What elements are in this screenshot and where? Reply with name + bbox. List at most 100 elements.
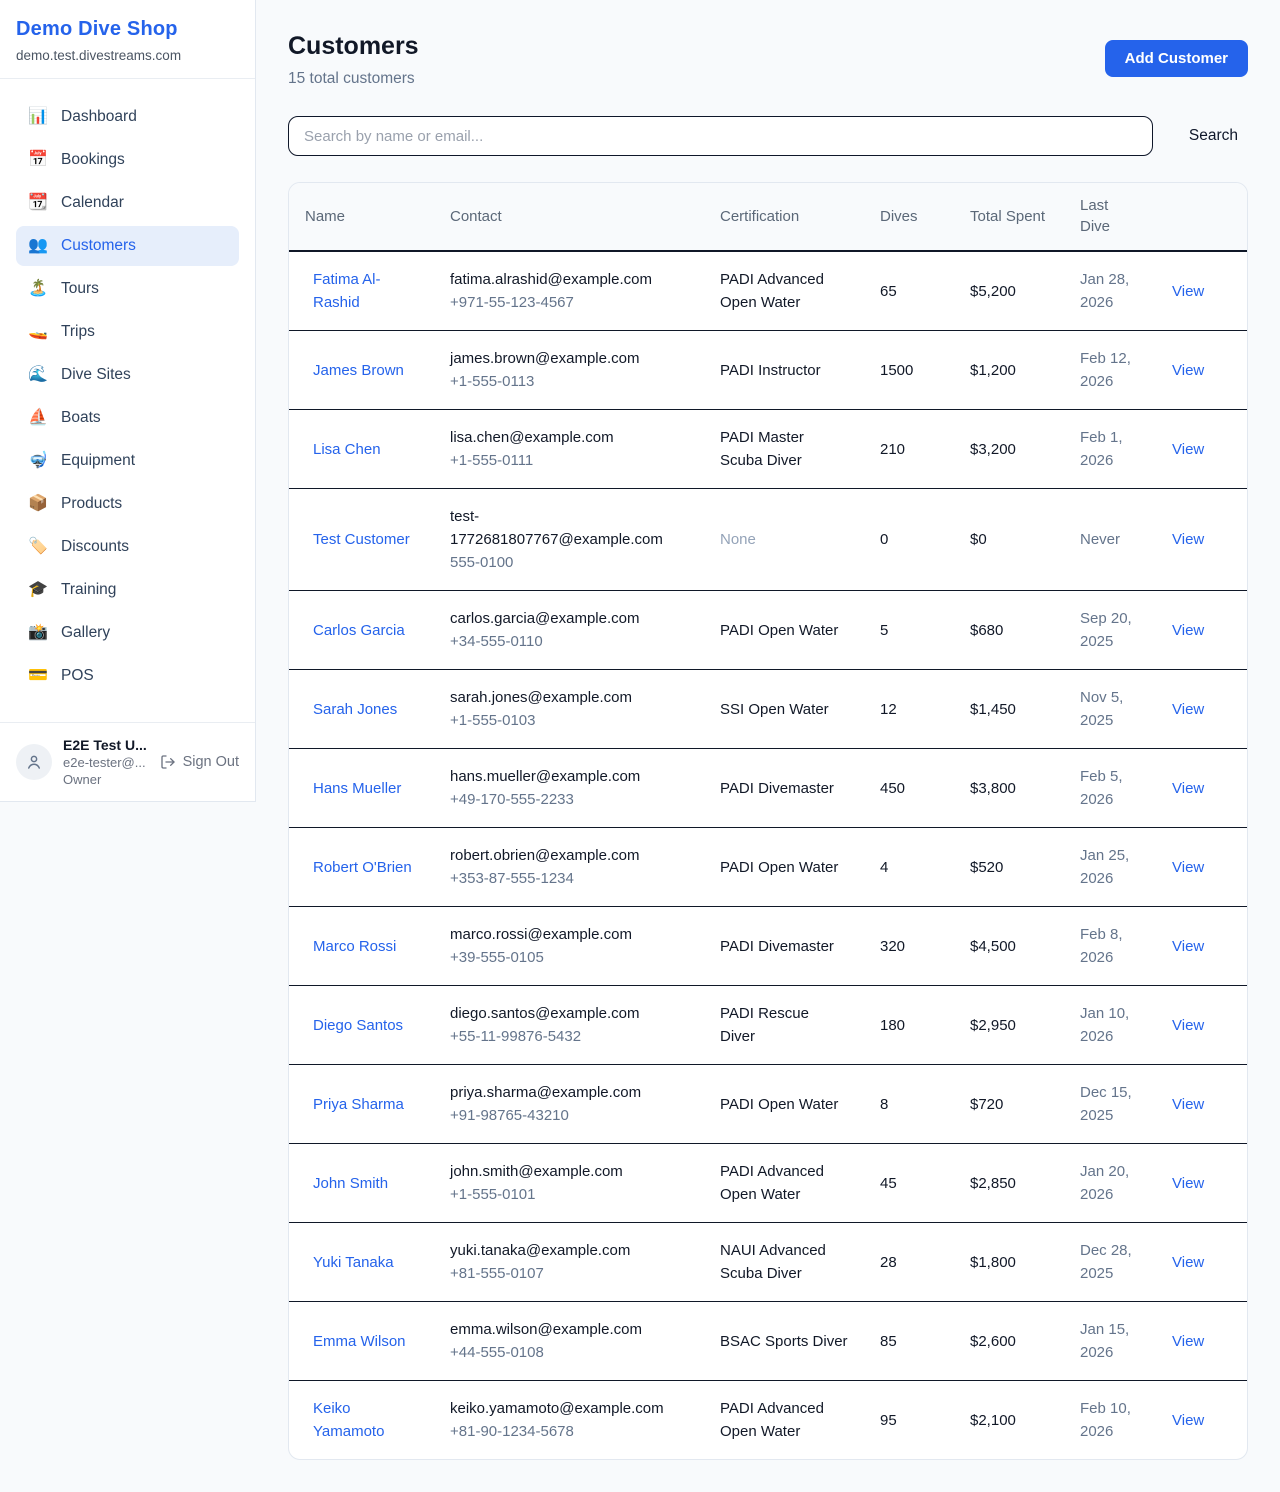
discounts-icon: 🏷️ bbox=[28, 536, 48, 558]
user-email: e2e-tester@... bbox=[63, 755, 149, 770]
table-row: Hans Mueller hans.mueller@example.com +4… bbox=[289, 749, 1248, 828]
sidebar-item-label: Calendar bbox=[61, 192, 124, 214]
table-row: Priya Sharma priya.sharma@example.com +9… bbox=[289, 1065, 1248, 1144]
equipment-icon: 🤿 bbox=[28, 450, 48, 472]
avatar bbox=[16, 744, 52, 780]
customer-name-link[interactable]: John Smith bbox=[313, 1175, 388, 1192]
view-link[interactable]: View bbox=[1172, 1017, 1204, 1034]
sidebar-item-label: Bookings bbox=[61, 149, 125, 171]
customer-dives: 45 bbox=[880, 1175, 897, 1192]
customer-phone: +44-555-0108 bbox=[450, 1341, 688, 1364]
view-link[interactable]: View bbox=[1172, 701, 1204, 718]
customer-total-spent: $1,800 bbox=[970, 1254, 1016, 1271]
sidebar-item-pos[interactable]: 💳 POS bbox=[16, 656, 239, 696]
customer-last-dive: Dec 28, 2025 bbox=[1080, 1242, 1132, 1282]
sidebar-item-products[interactable]: 📦 Products bbox=[16, 484, 239, 524]
add-customer-button[interactable]: Add Customer bbox=[1105, 40, 1248, 77]
user-meta: E2E Test U... e2e-tester@... Owner bbox=[63, 737, 149, 787]
view-link[interactable]: View bbox=[1172, 622, 1204, 639]
sidebar-item-calendar[interactable]: 📆 Calendar bbox=[16, 183, 239, 223]
view-link[interactable]: View bbox=[1172, 1175, 1204, 1192]
page-header: Customers 15 total customers Add Custome… bbox=[288, 32, 1248, 88]
customer-name-link[interactable]: Sarah Jones bbox=[313, 701, 397, 718]
customer-total-spent: $3,200 bbox=[970, 441, 1016, 458]
sidebar-item-tours[interactable]: 🏝️ Tours bbox=[16, 269, 239, 309]
view-link[interactable]: View bbox=[1172, 1333, 1204, 1350]
customer-name-link[interactable]: Test Customer bbox=[313, 531, 410, 548]
customer-certification: NAUI Advanced Scuba Diver bbox=[720, 1242, 826, 1282]
customer-dives: 450 bbox=[880, 780, 905, 797]
customer-phone: +1-555-0113 bbox=[450, 370, 688, 393]
view-link[interactable]: View bbox=[1172, 1254, 1204, 1271]
sign-out-button[interactable]: Sign Out bbox=[160, 754, 239, 770]
customer-dives: 65 bbox=[880, 283, 897, 300]
customer-certification: PADI Open Water bbox=[720, 859, 838, 876]
customer-name-link[interactable]: Keiko Yamamoto bbox=[313, 1400, 384, 1440]
customer-name-link[interactable]: Hans Mueller bbox=[313, 780, 401, 797]
view-link[interactable]: View bbox=[1172, 859, 1204, 876]
sidebar-item-dive-sites[interactable]: 🌊 Dive Sites bbox=[16, 355, 239, 395]
customer-last-dive: Never bbox=[1080, 531, 1120, 548]
sidebar-item-label: Discounts bbox=[61, 536, 129, 558]
search-button[interactable]: Search bbox=[1179, 121, 1248, 151]
customer-name-link[interactable]: James Brown bbox=[313, 362, 404, 379]
customer-phone: +971-55-123-4567 bbox=[450, 291, 688, 314]
sidebar-item-discounts[interactable]: 🏷️ Discounts bbox=[16, 527, 239, 567]
sidebar-item-training[interactable]: 🎓 Training bbox=[16, 570, 239, 610]
customer-last-dive: Jan 25, 2026 bbox=[1080, 847, 1129, 887]
customer-total-spent: $520 bbox=[970, 859, 1003, 876]
customer-name-link[interactable]: Marco Rossi bbox=[313, 938, 396, 955]
sidebar-item-customers[interactable]: 👥 Customers bbox=[16, 226, 239, 266]
sidebar-item-bookings[interactable]: 📅 Bookings bbox=[16, 140, 239, 180]
sidebar-item-label: Dashboard bbox=[61, 106, 137, 128]
customer-email: lisa.chen@example.com bbox=[450, 426, 688, 449]
column-header: Total Spent bbox=[954, 183, 1064, 251]
customer-dives: 320 bbox=[880, 938, 905, 955]
table-header: NameContactCertificationDivesTotal Spent… bbox=[289, 183, 1248, 251]
customer-name-link[interactable]: Fatima Al-Rashid bbox=[313, 271, 381, 311]
customer-phone: +353-87-555-1234 bbox=[450, 867, 688, 890]
column-header bbox=[1156, 183, 1248, 251]
customer-last-dive: Dec 15, 2025 bbox=[1080, 1084, 1132, 1124]
view-link[interactable]: View bbox=[1172, 938, 1204, 955]
sidebar-item-gallery[interactable]: 📸 Gallery bbox=[16, 613, 239, 653]
view-link[interactable]: View bbox=[1172, 362, 1204, 379]
view-link[interactable]: View bbox=[1172, 441, 1204, 458]
sidebar-item-label: POS bbox=[61, 665, 94, 687]
customer-total-spent: $1,200 bbox=[970, 362, 1016, 379]
user-role: Owner bbox=[63, 772, 149, 787]
sidebar-item-dashboard[interactable]: 📊 Dashboard bbox=[16, 97, 239, 137]
customer-name-link[interactable]: Emma Wilson bbox=[313, 1333, 406, 1350]
customer-total-spent: $680 bbox=[970, 622, 1003, 639]
customer-dives: 8 bbox=[880, 1096, 888, 1113]
view-link[interactable]: View bbox=[1172, 1096, 1204, 1113]
customer-name-link[interactable]: Robert O'Brien bbox=[313, 859, 412, 876]
view-link[interactable]: View bbox=[1172, 531, 1204, 548]
customer-email: robert.obrien@example.com bbox=[450, 844, 688, 867]
customer-dives: 5 bbox=[880, 622, 888, 639]
customer-certification: PADI Open Water bbox=[720, 622, 838, 639]
search-input[interactable] bbox=[288, 116, 1153, 156]
pos-icon: 💳 bbox=[28, 665, 48, 687]
sidebar-item-trips[interactable]: 🚤 Trips bbox=[16, 312, 239, 352]
customer-email: yuki.tanaka@example.com bbox=[450, 1239, 688, 1262]
customer-phone: +34-555-0110 bbox=[450, 630, 688, 653]
table-row: Carlos Garcia carlos.garcia@example.com … bbox=[289, 591, 1248, 670]
table-row: Test Customer test-1772681807767@example… bbox=[289, 489, 1248, 591]
customer-name-link[interactable]: Carlos Garcia bbox=[313, 622, 405, 639]
customer-name-link[interactable]: Yuki Tanaka bbox=[313, 1254, 394, 1271]
customer-phone: +1-555-0103 bbox=[450, 709, 688, 732]
customer-name-link[interactable]: Diego Santos bbox=[313, 1017, 403, 1034]
sidebar-item-boats[interactable]: ⛵ Boats bbox=[16, 398, 239, 438]
customer-email: diego.santos@example.com bbox=[450, 1002, 688, 1025]
customer-name-link[interactable]: Lisa Chen bbox=[313, 441, 381, 458]
sidebar-item-equipment[interactable]: 🤿 Equipment bbox=[16, 441, 239, 481]
user-name: E2E Test U... bbox=[63, 737, 149, 753]
view-link[interactable]: View bbox=[1172, 283, 1204, 300]
view-link[interactable]: View bbox=[1172, 780, 1204, 797]
customer-name-link[interactable]: Priya Sharma bbox=[313, 1096, 404, 1113]
calendar-icon: 📆 bbox=[28, 192, 48, 214]
customer-total-spent: $5,200 bbox=[970, 283, 1016, 300]
view-link[interactable]: View bbox=[1172, 1412, 1204, 1429]
customer-last-dive: Nov 5, 2025 bbox=[1080, 689, 1123, 729]
